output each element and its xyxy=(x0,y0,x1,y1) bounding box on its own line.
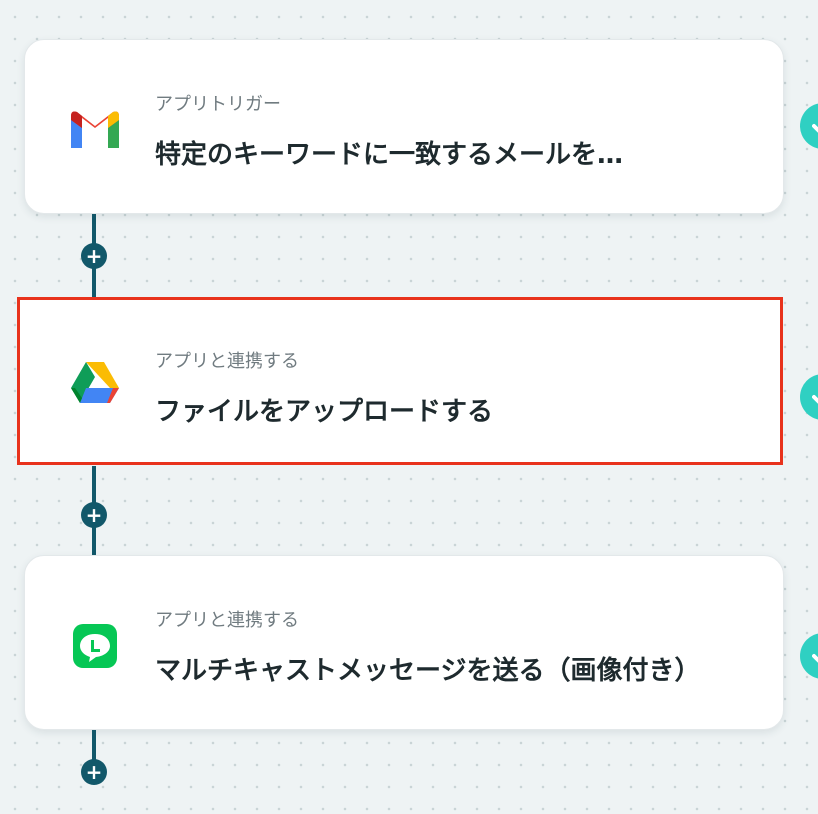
step-title: ファイルをアップロードする xyxy=(155,397,494,427)
add-step-button[interactable]: + xyxy=(81,243,107,269)
flow-step-card[interactable]: アプリトリガー 特定のキーワードに一致するメールを… xyxy=(24,39,784,214)
step-type-label: アプリトリガー xyxy=(155,94,281,115)
step-type-label: アプリと連携する xyxy=(155,610,299,631)
status-check-badge xyxy=(800,103,818,149)
step-type-label: アプリと連携する xyxy=(155,351,299,372)
line-icon xyxy=(69,624,121,668)
flow-step-card-selected[interactable]: アプリと連携する ファイルをアップロードする xyxy=(17,297,783,465)
step-title: マルチキャストメッセージを送る（画像付き） xyxy=(155,656,701,686)
add-step-button[interactable]: + xyxy=(81,759,107,785)
gmail-icon xyxy=(69,108,121,152)
status-check-badge xyxy=(800,374,818,420)
status-check-badge xyxy=(800,633,818,679)
flow-step-card[interactable]: アプリと連携する マルチキャストメッセージを送る（画像付き） xyxy=(24,555,784,730)
google-drive-icon xyxy=(69,360,121,404)
add-step-button[interactable]: + xyxy=(81,502,107,528)
step-title: 特定のキーワードに一致するメールを… xyxy=(155,140,624,170)
